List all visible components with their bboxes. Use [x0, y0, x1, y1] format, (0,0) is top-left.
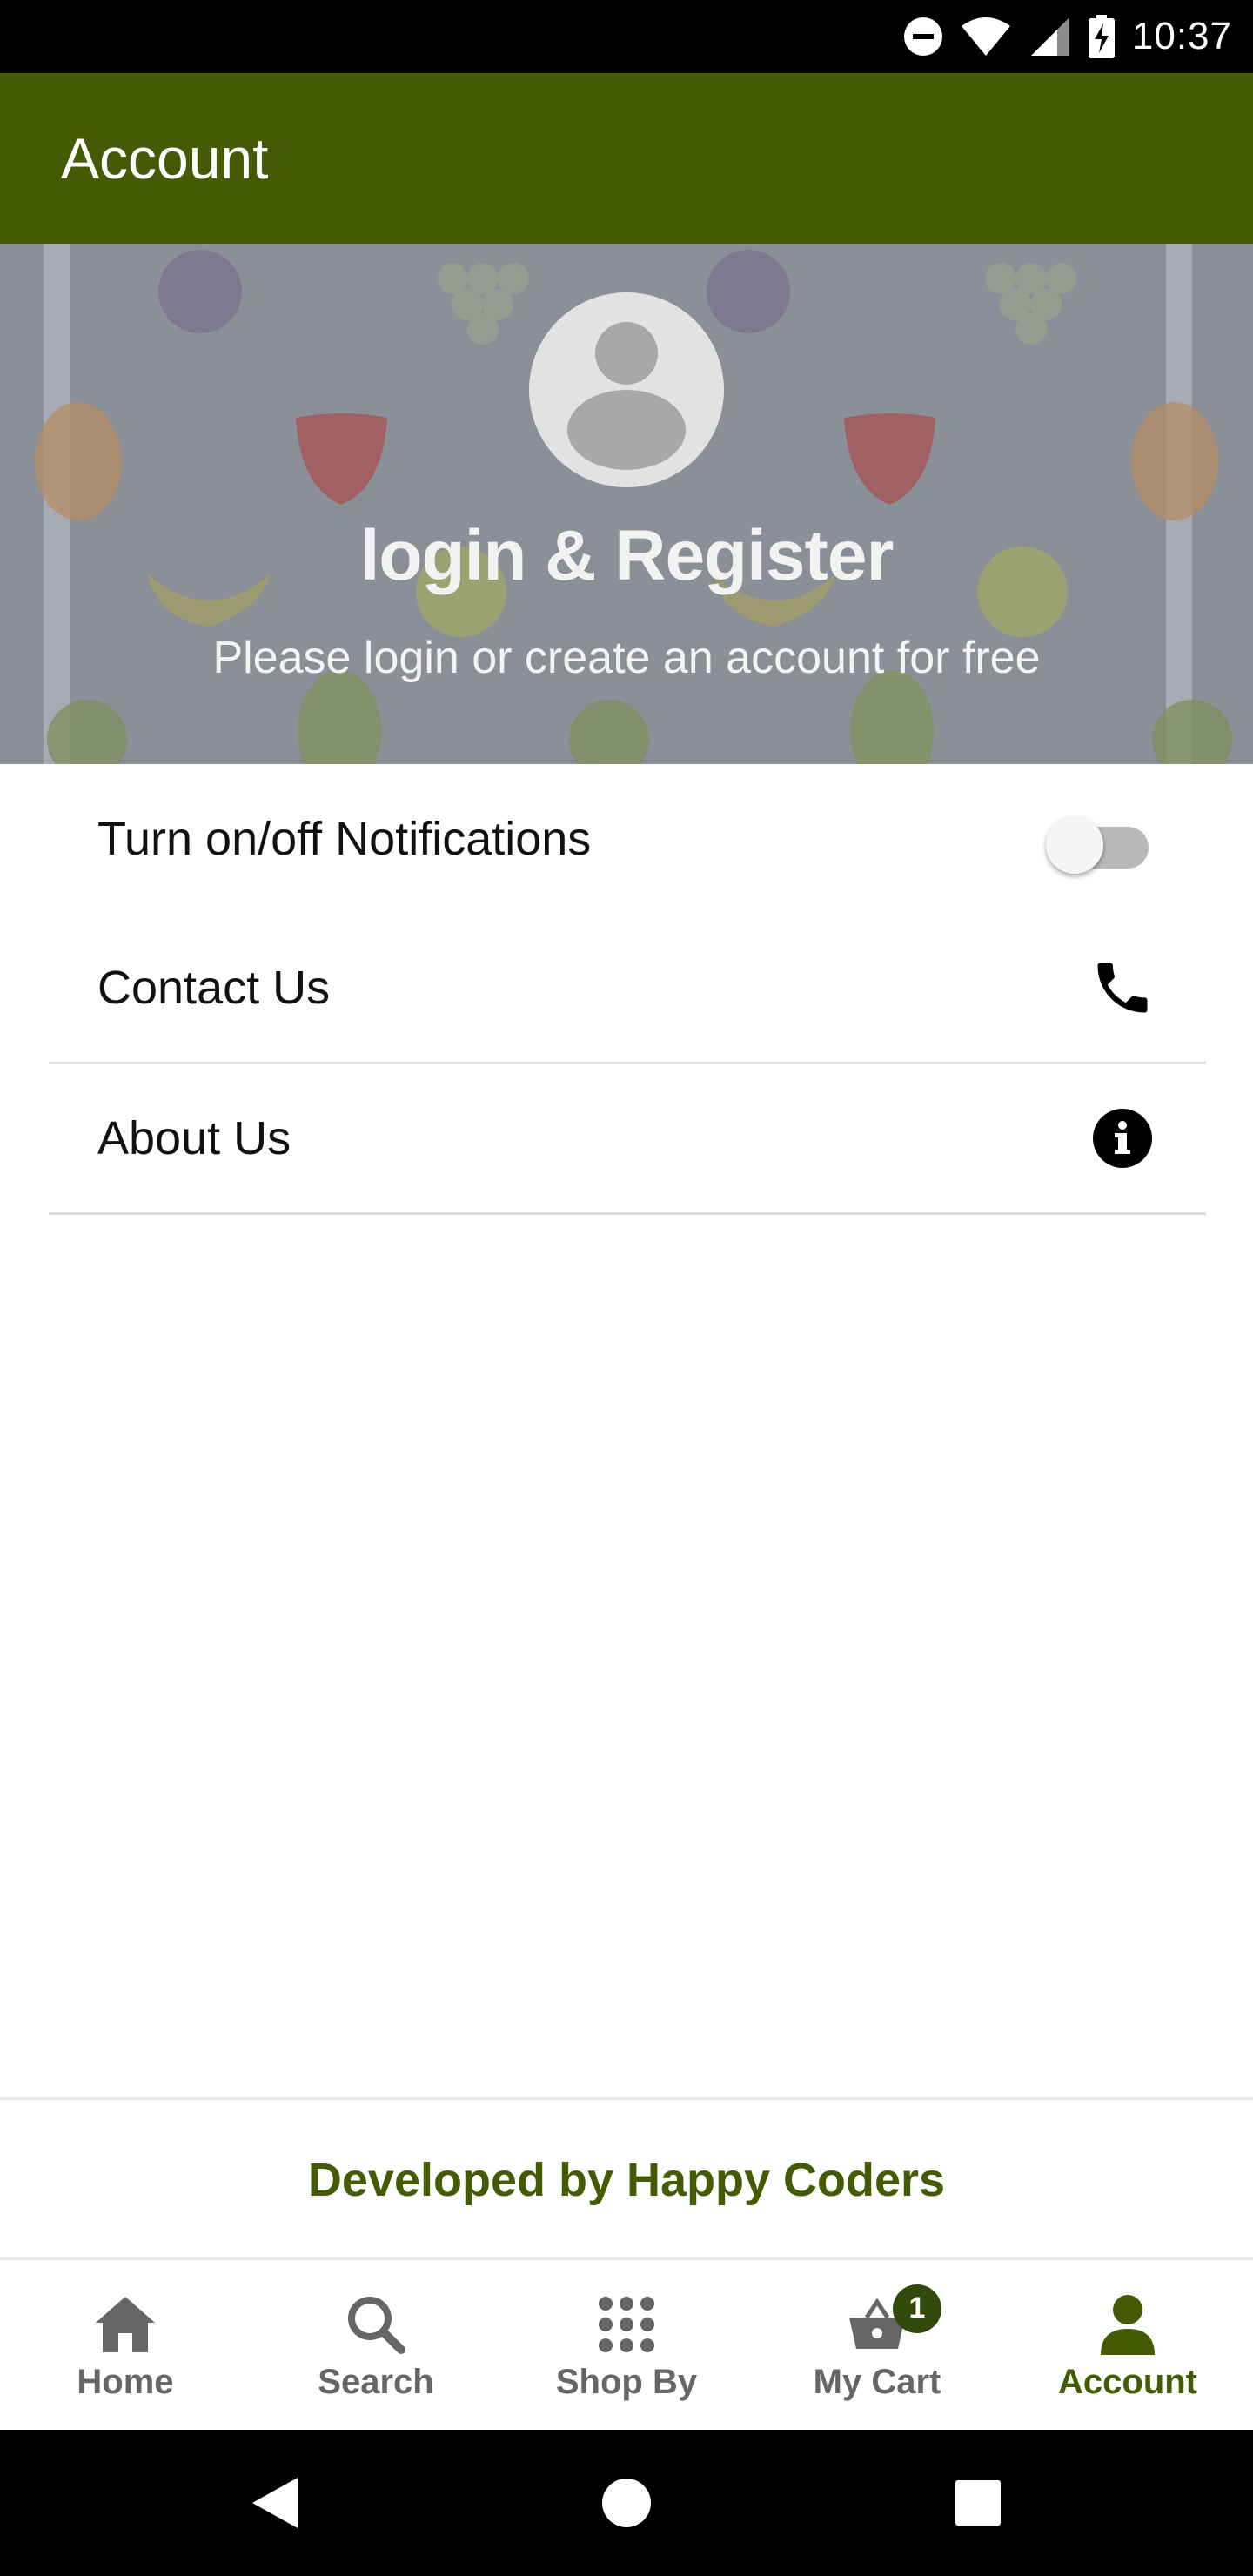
about-us-label: About Us	[97, 1112, 291, 1164]
about-us-row[interactable]: About Us	[49, 1064, 1206, 1215]
status-bar: 10:37	[0, 0, 1253, 73]
notifications-label: Turn on/off Notifications	[97, 813, 592, 865]
home-icon	[94, 2291, 157, 2358]
nav-my-cart[interactable]: 1 My Cart	[752, 2260, 1002, 2432]
home-circle-icon[interactable]	[574, 2430, 679, 2576]
nav-account[interactable]: Account	[1002, 2260, 1253, 2432]
nav-search-label: Search	[318, 2362, 434, 2401]
nav-home[interactable]: Home	[0, 2260, 251, 2432]
page-title: Account	[61, 126, 269, 191]
recents-icon[interactable]	[926, 2430, 1030, 2576]
nav-shop-by-label: Shop By	[555, 2362, 698, 2401]
nav-home-label: Home	[77, 2362, 174, 2401]
info-icon	[1088, 1104, 1157, 1173]
status-time: 10:37	[1131, 15, 1232, 57]
notifications-row[interactable]: Turn on/off Notifications	[49, 764, 1206, 914]
battery-charging-icon	[1087, 15, 1116, 58]
contact-us-row[interactable]: Contact Us	[49, 914, 1206, 1064]
search-icon	[345, 2291, 406, 2358]
nav-my-cart-label: My Cart	[813, 2362, 941, 2401]
system-navigation-bar	[0, 2430, 1253, 2576]
grid-icon	[598, 2291, 655, 2358]
developer-credit: Developed by Happy Coders	[0, 2097, 1253, 2260]
bottom-navigation: Home Search Shop By 1 My Cart Account	[0, 2257, 1253, 2432]
cart-count-badge: 1	[893, 2284, 941, 2333]
person-icon	[1099, 2291, 1156, 2358]
back-icon[interactable]	[223, 2430, 327, 2576]
app-bar: Account	[0, 73, 1253, 244]
phone-icon	[1088, 953, 1157, 1023]
contact-us-label: Contact Us	[97, 962, 331, 1014]
login-register-banner[interactable]: login & Register Please login or create …	[0, 244, 1253, 764]
nav-shop-by[interactable]: Shop By	[501, 2260, 752, 2432]
signal-icon	[1028, 16, 1071, 57]
nav-account-label: Account	[1058, 2362, 1197, 2401]
developer-credit-text: Developed by Happy Coders	[307, 2154, 946, 2206]
nav-search[interactable]: Search	[251, 2260, 501, 2432]
person-avatar-icon	[529, 292, 724, 487]
login-register-title[interactable]: login & Register	[0, 515, 1253, 597]
settings-list: Turn on/off Notifications Contact Us Abo…	[49, 764, 1206, 1215]
do-not-disturb-icon	[902, 16, 944, 57]
notifications-toggle[interactable]	[1046, 808, 1157, 874]
login-register-subtitle: Please login or create an account for fr…	[212, 633, 1041, 683]
wifi-icon	[960, 16, 1012, 57]
basket-icon: 1	[848, 2284, 941, 2358]
